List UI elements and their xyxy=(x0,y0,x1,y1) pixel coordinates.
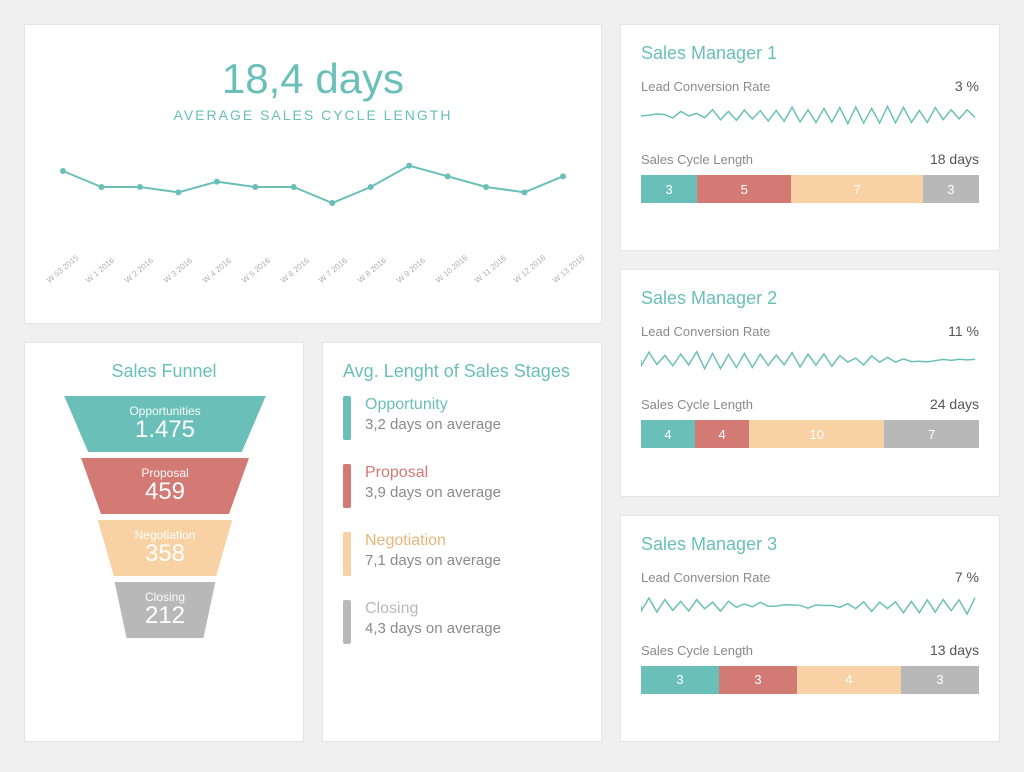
conversion-sparkline xyxy=(641,98,979,132)
stage-row-proposal: Proposal 3,9 days on average xyxy=(343,464,581,508)
xaxis-tick: W 10 2016 xyxy=(434,259,463,285)
conversion-value: 11 % xyxy=(948,323,979,339)
manager-title: Sales Manager 2 xyxy=(641,288,979,309)
avg-cycle-value: 18,4 days xyxy=(45,55,581,103)
stage-row-negotiation: Negotiation 7,1 days on average xyxy=(343,532,581,576)
conversion-label: Lead Conversion Rate xyxy=(641,79,770,94)
xaxis-tick: W 4 2016 xyxy=(201,259,230,285)
xaxis-tick: W 53 2015 xyxy=(45,259,74,285)
conversion-row: Lead Conversion Rate 7 % xyxy=(641,569,979,585)
conversion-value: 3 % xyxy=(955,78,979,94)
stage-bar-icon xyxy=(343,600,351,644)
avg-cycle-label: AVERAGE SALES CYCLE LENGTH xyxy=(45,107,581,123)
manager-card: Sales Manager 1 Lead Conversion Rate 3 % Sa… xyxy=(620,24,1000,251)
funnel-label: Negotiation xyxy=(85,528,245,542)
stage-sub: 3,2 days on average xyxy=(365,416,501,433)
bar-segment: 4 xyxy=(695,420,749,448)
stage-name: Closing xyxy=(365,600,501,618)
stage-sub: 4,3 days on average xyxy=(365,620,501,637)
cycle-stacked-bar: 44107 xyxy=(641,420,979,448)
xaxis-tick: W 8 2016 xyxy=(356,259,385,285)
conversion-label: Lead Conversion Rate xyxy=(641,570,770,585)
funnel-seg-closing: Closing 212 xyxy=(105,582,225,638)
bar-segment: 3 xyxy=(719,666,797,694)
stage-name: Opportunity xyxy=(365,396,501,414)
funnel-label: Opportunities xyxy=(45,404,285,418)
funnel-value: 212 xyxy=(105,602,225,630)
cycle-stacked-bar: 3343 xyxy=(641,666,979,694)
funnel-value: 358 xyxy=(85,540,245,568)
sales-stages-title: Avg. Lenght of Sales Stages xyxy=(343,361,581,382)
stage-sub: 7,1 days on average xyxy=(365,552,501,569)
bar-segment: 7 xyxy=(791,175,922,203)
bar-segment: 3 xyxy=(901,666,979,694)
xaxis-tick: W 5 2016 xyxy=(240,259,269,285)
cycle-length-row: Sales Cycle Length 13 days xyxy=(641,642,979,658)
stage-name: Negotiation xyxy=(365,532,501,550)
conversion-value: 7 % xyxy=(955,569,979,585)
avg-cycle-card: 18,4 days AVERAGE SALES CYCLE LENGTH W 5… xyxy=(24,24,602,324)
avg-cycle-xaxis: W 53 2015W 1 2016W 2 2016W 3 2016W 4 201… xyxy=(45,278,581,287)
funnel-value: 1.475 xyxy=(45,416,285,444)
cycle-length-row: Sales Cycle Length 24 days xyxy=(641,396,979,412)
bar-segment: 7 xyxy=(884,420,979,448)
bar-segment: 3 xyxy=(641,666,719,694)
xaxis-tick: W 6 2016 xyxy=(279,259,308,285)
conversion-row: Lead Conversion Rate 3 % xyxy=(641,78,979,94)
xaxis-tick: W 1 2016 xyxy=(84,259,113,285)
xaxis-tick: W 11 2016 xyxy=(473,259,502,285)
manager-title: Sales Manager 3 xyxy=(641,534,979,555)
funnel-label: Closing xyxy=(105,590,225,604)
funnel-seg-negotiation: Negotiation 358 xyxy=(85,520,245,576)
stage-row-closing: Closing 4,3 days on average xyxy=(343,600,581,644)
sales-funnel-card: Sales Funnel Opportunities 1.475 Proposa… xyxy=(24,342,304,742)
cycle-length-label: Sales Cycle Length xyxy=(641,397,753,412)
bar-segment: 4 xyxy=(797,666,901,694)
bar-segment: 3 xyxy=(641,175,697,203)
xaxis-tick: W 7 2016 xyxy=(317,259,346,285)
bar-segment: 10 xyxy=(749,420,884,448)
cycle-length-label: Sales Cycle Length xyxy=(641,152,753,167)
xaxis-tick: W 13 2016 xyxy=(551,259,580,285)
sales-funnel-title: Sales Funnel xyxy=(45,361,283,382)
stage-bar-icon xyxy=(343,464,351,508)
cycle-length-value: 24 days xyxy=(930,396,979,412)
stage-sub: 3,9 days on average xyxy=(365,484,501,501)
xaxis-tick: W 9 2016 xyxy=(395,259,424,285)
xaxis-tick: W 3 2016 xyxy=(162,259,191,285)
stage-bar-icon xyxy=(343,396,351,440)
manager-title: Sales Manager 1 xyxy=(641,43,979,64)
manager-card: Sales Manager 2 Lead Conversion Rate 11 % S… xyxy=(620,269,1000,496)
manager-card: Sales Manager 3 Lead Conversion Rate 7 % Sa… xyxy=(620,515,1000,742)
bar-segment: 5 xyxy=(697,175,791,203)
cycle-length-value: 18 days xyxy=(930,151,979,167)
managers-column: Sales Manager 1 Lead Conversion Rate 3 % Sa… xyxy=(620,24,1000,742)
avg-cycle-line-chart xyxy=(45,147,581,227)
cycle-length-label: Sales Cycle Length xyxy=(641,643,753,658)
sales-stages-card: Avg. Lenght of Sales Stages Opportunity … xyxy=(322,342,602,742)
cycle-stacked-bar: 3573 xyxy=(641,175,979,203)
funnel-seg-opportunities: Opportunities 1.475 xyxy=(45,396,285,452)
stage-row-opportunity: Opportunity 3,2 days on average xyxy=(343,396,581,440)
conversion-label: Lead Conversion Rate xyxy=(641,324,770,339)
conversion-sparkline xyxy=(641,343,979,377)
bar-segment: 4 xyxy=(641,420,695,448)
xaxis-tick: W 2 2016 xyxy=(123,259,152,285)
funnel-label: Proposal xyxy=(65,466,265,480)
xaxis-tick: W 12 2016 xyxy=(512,259,541,285)
conversion-row: Lead Conversion Rate 11 % xyxy=(641,323,979,339)
stage-name: Proposal xyxy=(365,464,501,482)
stage-bar-icon xyxy=(343,532,351,576)
funnel-value: 459 xyxy=(65,478,265,506)
cycle-length-row: Sales Cycle Length 18 days xyxy=(641,151,979,167)
cycle-length-value: 13 days xyxy=(930,642,979,658)
bar-segment: 3 xyxy=(923,175,979,203)
funnel-seg-proposal: Proposal 459 xyxy=(65,458,265,514)
conversion-sparkline xyxy=(641,589,979,623)
